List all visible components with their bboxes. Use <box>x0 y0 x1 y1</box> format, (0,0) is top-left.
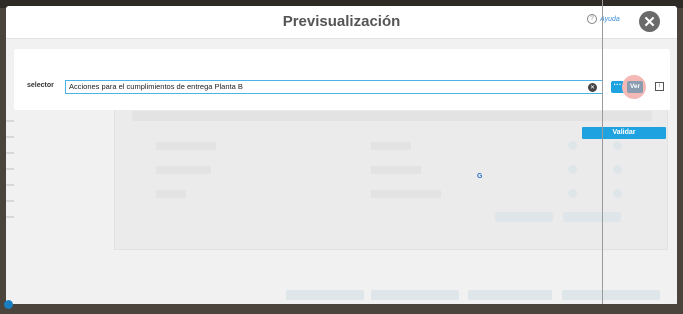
background-side-line <box>6 120 14 122</box>
background-circle <box>568 189 577 198</box>
selector-label: selector <box>27 82 54 89</box>
view-button[interactable]: Ver <box>627 81 643 93</box>
close-icon: ✕ <box>643 13 656 31</box>
modal-title: Previsualización <box>282 13 401 30</box>
selector-input[interactable]: Acciones para el cumplimientos de entreg… <box>65 80 603 94</box>
background-row <box>156 190 186 198</box>
background-button <box>468 290 552 300</box>
help-link[interactable]: ? Ayuda <box>587 14 620 24</box>
background-circle <box>613 165 622 174</box>
background-circle <box>613 189 622 198</box>
background-row <box>371 190 441 198</box>
guide-line <box>602 0 603 314</box>
background-header-row <box>132 111 652 121</box>
background-button <box>371 290 459 300</box>
help-icon: ? <box>587 14 597 24</box>
background-row <box>371 142 411 150</box>
translate-icon[interactable]: G <box>477 173 488 184</box>
background-side-line <box>6 200 14 202</box>
background-button <box>495 212 553 222</box>
clear-icon[interactable]: ✕ <box>588 83 597 92</box>
background-row <box>156 142 216 150</box>
background-button <box>563 212 621 222</box>
bottom-bar <box>6 304 677 314</box>
selector-card: selector Acciones para el cumplimientos … <box>14 49 670 110</box>
background-side-line <box>6 216 14 218</box>
background-button <box>562 290 660 300</box>
background-circle <box>613 141 622 150</box>
background-circle <box>568 165 577 174</box>
validate-button[interactable]: Validar <box>582 127 666 139</box>
background-row <box>156 166 211 174</box>
status-badge <box>4 300 13 309</box>
background-side-line <box>6 168 14 170</box>
background-side-line <box>6 184 14 186</box>
background-side-line <box>6 152 14 154</box>
info-icon[interactable]: i <box>655 82 664 91</box>
close-button[interactable]: ✕ <box>639 11 660 32</box>
modal-header: Previsualización ? Ayuda ✕ <box>6 6 677 39</box>
preview-modal: Previsualización ? Ayuda ✕ selector Acci… <box>6 6 677 306</box>
background-row <box>371 166 421 174</box>
background-side-line <box>6 136 14 138</box>
background-circle <box>568 141 577 150</box>
background-button <box>286 290 364 300</box>
